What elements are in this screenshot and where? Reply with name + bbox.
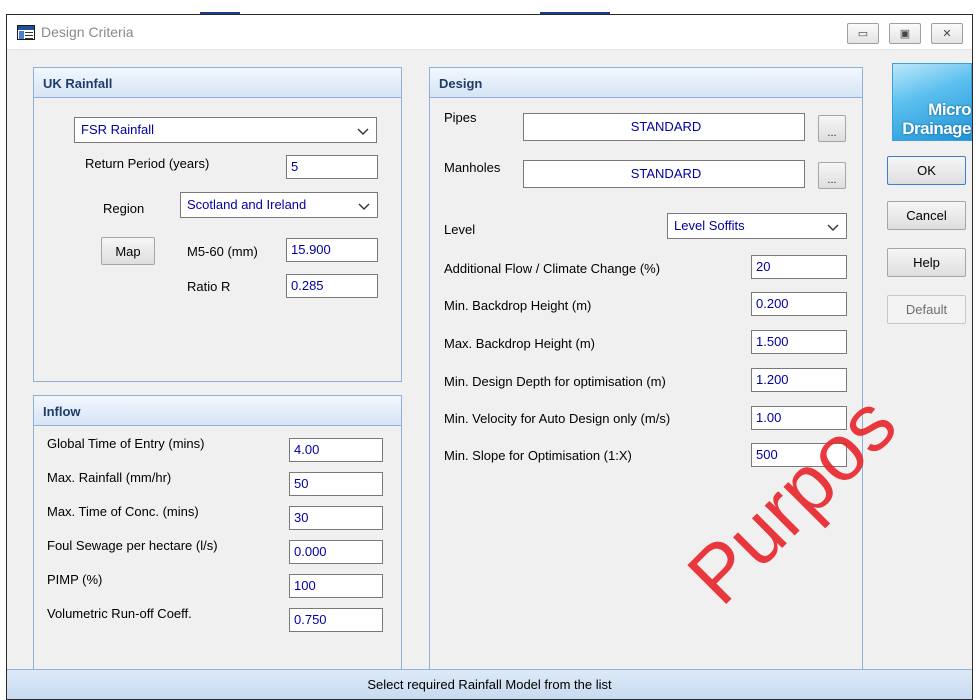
chevron-down-icon: [357, 128, 369, 135]
ratio-r-input[interactable]: 0.285: [286, 274, 378, 298]
ok-button[interactable]: OK: [887, 156, 966, 185]
default-button[interactable]: Default: [887, 295, 966, 324]
chevron-down-icon: [827, 224, 839, 231]
manholes-input[interactable]: STANDARD: [523, 160, 805, 188]
logo-text: Micro: [928, 100, 971, 119]
design-label: Min. Velocity for Auto Design only (m/s): [444, 411, 671, 426]
inflow-label: Volumetric Run-off Coeff.: [47, 606, 192, 621]
maximize-button[interactable]: ▣: [889, 23, 921, 44]
pipes-label: Pipes: [444, 110, 477, 125]
design-label: Max. Backdrop Height (m): [444, 336, 595, 351]
min-design-depth-input[interactable]: 1.200: [751, 368, 847, 392]
m560-input[interactable]: 15.900: [286, 238, 378, 262]
design-header: Design: [430, 68, 862, 98]
inflow-label: Global Time of Entry (mins): [47, 436, 205, 451]
min-slope-input[interactable]: 500: [751, 443, 847, 467]
max-time-of-conc-input[interactable]: 30: [289, 506, 383, 530]
inflow-header: Inflow: [34, 396, 401, 426]
pipes-browse-button[interactable]: ...: [818, 115, 846, 142]
level-value: Level Soffits: [674, 218, 745, 233]
maximize-icon: ▣: [899, 28, 911, 40]
status-bar: Select required Rainfall Model from the …: [7, 669, 972, 699]
help-button[interactable]: Help: [887, 248, 966, 277]
close-button[interactable]: ✕: [931, 23, 963, 44]
chevron-down-icon: [358, 203, 370, 210]
manholes-browse-button[interactable]: ...: [818, 162, 846, 189]
logo-text: Drainage: [902, 119, 971, 138]
inflow-label: Max. Time of Conc. (mins): [47, 504, 199, 519]
map-button[interactable]: Map: [101, 237, 155, 265]
min-backdrop-input[interactable]: 0.200: [751, 292, 847, 316]
micro-drainage-logo: Micro Drainage: [892, 63, 972, 141]
inflow-label: Foul Sewage per hectare (l/s): [47, 538, 218, 553]
region-select[interactable]: Scotland and Ireland: [180, 192, 378, 218]
design-label: Min. Backdrop Height (m): [444, 298, 592, 313]
runoff-coeff-input[interactable]: 0.750: [289, 608, 383, 632]
close-icon: ✕: [942, 28, 952, 40]
design-label: Min. Slope for Optimisation (1:X): [444, 448, 632, 463]
minimize-icon: ▭: [857, 28, 869, 40]
m560-label: M5-60 (mm): [187, 244, 258, 259]
manholes-label: Manholes: [444, 160, 501, 175]
region-value: Scotland and Ireland: [187, 197, 307, 212]
uk-rainfall-header: UK Rainfall: [34, 68, 401, 98]
app-table-icon: [17, 25, 35, 40]
design-label: Min. Design Depth for optimisation (m): [444, 374, 666, 389]
level-label: Level: [444, 222, 476, 237]
title-bar: Design Criteria ▭ ▣ ✕: [7, 15, 972, 50]
pipes-input[interactable]: STANDARD: [523, 113, 805, 141]
design-label: Additional Flow / Climate Change (%): [444, 261, 661, 276]
max-rainfall-input[interactable]: 50: [289, 472, 383, 496]
rainfall-model-value: FSR Rainfall: [81, 122, 154, 137]
pimp-input[interactable]: 100: [289, 574, 383, 598]
ratio-r-label: Ratio R: [187, 279, 231, 294]
uk-rainfall-group: UK Rainfall FSR Rainfall Return Period (…: [33, 67, 402, 382]
rainfall-model-select[interactable]: FSR Rainfall: [74, 117, 377, 143]
window-title: Design Criteria: [41, 24, 134, 40]
cancel-button[interactable]: Cancel: [887, 201, 966, 230]
minimize-button[interactable]: ▭: [847, 23, 879, 44]
inflow-label: PIMP (%): [47, 572, 103, 587]
time-of-entry-input[interactable]: 4.00: [289, 438, 383, 462]
foul-sewage-input[interactable]: 0.000: [289, 540, 383, 564]
return-period-input[interactable]: 5: [286, 155, 378, 179]
region-label: Region: [103, 201, 145, 216]
status-text: Select required Rainfall Model from the …: [367, 677, 612, 692]
min-velocity-input[interactable]: 1.00: [751, 406, 847, 430]
inflow-label: Max. Rainfall (mm/hr): [47, 470, 172, 485]
climate-change-input[interactable]: 20: [751, 255, 847, 279]
design-group: Design Pipes STANDARD ... Manholes STAND…: [429, 67, 863, 671]
inflow-group: Inflow Global Time of Entry (mins) 4.00 …: [33, 395, 402, 671]
design-criteria-window: Design Criteria ▭ ▣ ✕ UK Rainfall FSR Ra…: [6, 14, 973, 700]
max-backdrop-input[interactable]: 1.500: [751, 330, 847, 354]
level-select[interactable]: Level Soffits: [667, 213, 847, 239]
return-period-label: Return Period (years): [85, 156, 210, 171]
